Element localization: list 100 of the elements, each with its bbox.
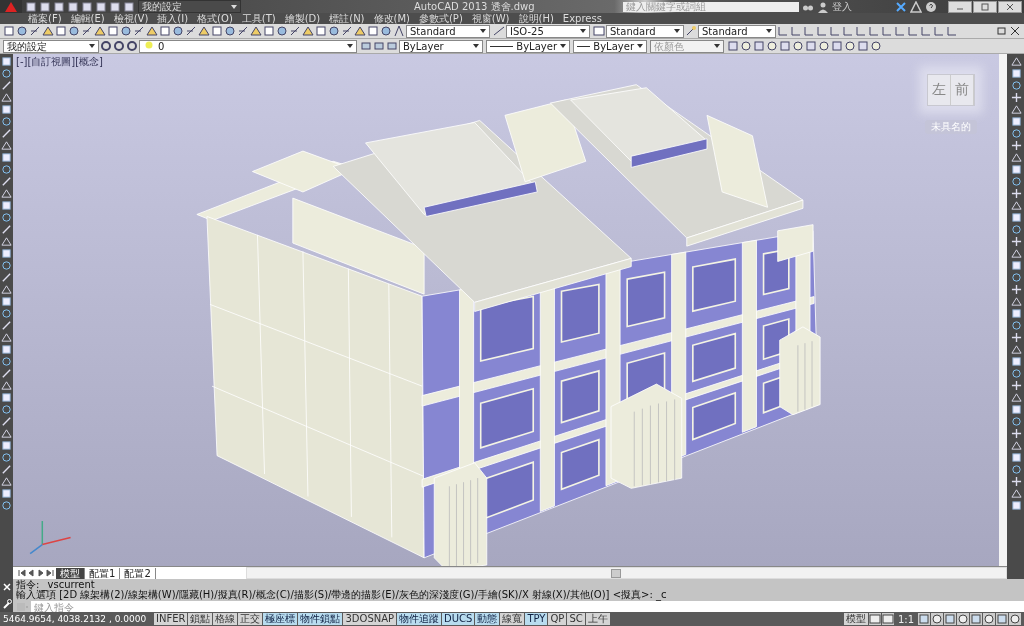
horizontal-scrollbar[interactable] — [245, 567, 1007, 579]
visual-style-icon[interactable] — [753, 40, 765, 52]
layer-tool-icon[interactable] — [386, 40, 398, 52]
status-toggle[interactable]: 動態 — [475, 613, 500, 625]
tab-navigation-icon[interactable] — [16, 568, 56, 578]
color-dropdown[interactable]: ByLayer — [399, 39, 483, 53]
lineweight-dropdown[interactable]: ByLayer — [573, 39, 647, 53]
status-toggle[interactable]: 極座標 — [263, 613, 298, 625]
status-tool-icon[interactable] — [996, 613, 1008, 625]
menu-item[interactable]: 參數式(P) — [418, 13, 463, 24]
workspace-dropdown[interactable]: 我的設定 — [3, 39, 99, 53]
visual-style-icon[interactable] — [727, 40, 739, 52]
workspace-dropdown[interactable]: 我的設定 — [138, 0, 241, 13]
dimension-style-dropdown[interactable]: ISO-25 — [506, 24, 590, 38]
tool-icon[interactable] — [1, 392, 12, 403]
status-toggle[interactable]: 上午 — [585, 613, 610, 625]
viewport-label[interactable]: [-][自訂視圖][概念] — [16, 55, 104, 69]
tool-icon[interactable] — [1, 152, 12, 163]
status-tool-icon[interactable] — [983, 613, 995, 625]
visual-style-icon[interactable] — [818, 40, 830, 52]
tool-icon[interactable] — [1010, 404, 1022, 415]
menu-item[interactable]: 說明(H) — [518, 13, 554, 24]
tool-icon[interactable] — [1, 440, 12, 451]
menu-item[interactable]: 修改(M) — [373, 13, 410, 24]
tool-icon[interactable] — [289, 25, 301, 37]
tool-icon[interactable] — [159, 25, 171, 37]
tool-icon[interactable] — [1, 488, 12, 499]
menu-item[interactable]: 標註(N) — [329, 13, 365, 24]
command-line-field[interactable]: 鍵入指令 — [31, 601, 1024, 613]
model-space-button[interactable]: 模型 — [843, 613, 868, 625]
tool-icon[interactable] — [315, 25, 327, 37]
tool-icon[interactable] — [263, 25, 275, 37]
tool-icon[interactable] — [1010, 164, 1022, 175]
menu-item[interactable]: 視窗(W) — [471, 13, 510, 24]
quick-access-icon[interactable] — [25, 0, 37, 13]
tool-icon[interactable] — [1, 56, 12, 67]
multileader-style-dropdown[interactable]: Standard — [698, 24, 776, 38]
quick-access-icon[interactable] — [67, 0, 79, 13]
tool-icon[interactable] — [1010, 356, 1022, 367]
help-icon[interactable] — [925, 0, 937, 13]
tool-icon[interactable] — [29, 25, 41, 37]
status-toggle[interactable]: 正交 — [238, 613, 263, 625]
visual-style-icon[interactable] — [870, 40, 882, 52]
status-toggle[interactable]: TPY — [525, 613, 548, 625]
tool-icon[interactable] — [237, 25, 249, 37]
visual-style-icon[interactable] — [857, 40, 869, 52]
visual-style-icon[interactable] — [740, 40, 752, 52]
quick-access-icon[interactable] — [53, 0, 65, 13]
menu-item[interactable]: Express — [562, 13, 602, 24]
linetype-dropdown[interactable]: ByLayer — [486, 39, 570, 53]
quick-access-icon[interactable] — [109, 0, 121, 13]
tool-icon[interactable] — [1010, 212, 1022, 223]
multileader-style-icon[interactable] — [685, 25, 697, 37]
status-toggle[interactable]: 物件追蹤 — [397, 613, 442, 625]
scrollbar-thumb[interactable] — [611, 569, 622, 578]
status-toggle[interactable]: DUCS — [442, 613, 475, 625]
tool-icon[interactable] — [1010, 116, 1022, 127]
menu-item[interactable]: 繪製(D) — [284, 13, 321, 24]
dimension-style-icon[interactable] — [493, 25, 505, 37]
close-icon[interactable] — [1009, 25, 1021, 37]
layout-icon[interactable] — [868, 613, 881, 625]
layout-tab[interactable]: 模型 — [56, 567, 85, 579]
status-toggle[interactable]: INFER — [154, 613, 188, 625]
visual-style-icon[interactable] — [844, 40, 856, 52]
vertical-scrollbar[interactable] — [999, 54, 1007, 566]
visual-style-icon[interactable] — [792, 40, 804, 52]
user-icon[interactable] — [817, 0, 829, 13]
status-toggle[interactable]: SC — [567, 613, 585, 625]
tool-icon[interactable] — [16, 25, 28, 37]
status-tool-icon[interactable] — [931, 613, 943, 625]
tool-icon[interactable] — [107, 25, 119, 37]
quick-access-icon[interactable] — [39, 0, 51, 13]
tool-icon[interactable] — [185, 25, 197, 37]
annotation-scale[interactable]: 1:1 — [894, 613, 917, 625]
tool-icon[interactable] — [133, 25, 145, 37]
tool-icon[interactable] — [1010, 452, 1022, 463]
layer-dropdown[interactable]: 0 — [139, 39, 357, 53]
tool-icon[interactable] — [224, 25, 236, 37]
layout-tab[interactable]: 配置2 — [120, 567, 156, 579]
tool-icon[interactable] — [120, 25, 132, 37]
tool-icon[interactable] — [367, 25, 379, 37]
visual-style-icon[interactable] — [779, 40, 791, 52]
tool-icon[interactable] — [380, 25, 392, 37]
menu-item[interactable]: 插入(I) — [157, 13, 189, 24]
tool-icon[interactable] — [1, 104, 12, 115]
tool-icon[interactable] — [68, 25, 80, 37]
status-toggle[interactable]: 格線 — [213, 613, 238, 625]
layer-tool-icon[interactable] — [373, 40, 385, 52]
status-toggle[interactable]: QP — [548, 613, 567, 625]
text-style-icon[interactable] — [393, 25, 405, 37]
menu-item[interactable]: 格式(O) — [197, 13, 233, 24]
tool-icon[interactable] — [341, 25, 353, 37]
triangle-icon[interactable] — [910, 0, 922, 13]
quick-access-icon[interactable] — [81, 0, 93, 13]
quick-access-icon[interactable] — [123, 0, 135, 13]
menu-item[interactable]: 工具(T) — [241, 13, 276, 24]
status-toggle[interactable]: 鎖點 — [188, 613, 213, 625]
tool-icon[interactable] — [1010, 260, 1022, 271]
tool-icon[interactable] — [55, 25, 67, 37]
layout-tab[interactable]: 配置1 — [85, 567, 121, 579]
